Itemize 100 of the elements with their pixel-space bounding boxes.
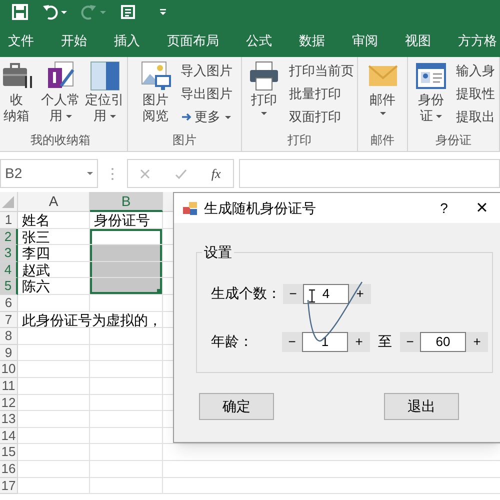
- row-header[interactable]: 10: [0, 361, 18, 378]
- table-cell[interactable]: [90, 344, 163, 362]
- ribbon-button[interactable]: 打印: [245, 60, 283, 132]
- ribbon-tab[interactable]: 方方格: [458, 30, 497, 50]
- close-button[interactable]: ×: [472, 198, 492, 218]
- table-cell[interactable]: [90, 460, 163, 478]
- insert-function-button[interactable]: fx: [211, 164, 221, 184]
- dialog-button[interactable]: 确定: [199, 393, 274, 420]
- decrement-button[interactable]: −: [283, 284, 303, 304]
- ribbon-small-button[interactable]: 更多: [194, 107, 220, 127]
- decrement-button[interactable]: −: [282, 332, 302, 352]
- ribbon-tab[interactable]: 页面布局: [167, 30, 219, 50]
- increment-button[interactable]: +: [466, 332, 488, 352]
- decrement-button[interactable]: −: [400, 332, 420, 352]
- caret-icon[interactable]: [224, 116, 230, 118]
- row-header[interactable]: 5: [0, 278, 18, 295]
- customize-toolbar-icon[interactable]: [160, 9, 166, 15]
- increment-button[interactable]: +: [349, 284, 371, 304]
- table-cell[interactable]: [90, 478, 163, 494]
- ribbon-tab[interactable]: 开始: [61, 30, 87, 50]
- table-cell[interactable]: 张三: [18, 228, 90, 246]
- table-cell[interactable]: [90, 444, 163, 461]
- fill-handle[interactable]: [157, 288, 162, 294]
- row-header[interactable]: 13: [0, 411, 18, 428]
- dialog-button[interactable]: 退出: [384, 393, 459, 420]
- increment-button[interactable]: +: [348, 332, 370, 352]
- caret-icon[interactable]: [110, 114, 116, 118]
- table-cell[interactable]: [18, 328, 90, 345]
- table-cell[interactable]: [90, 228, 163, 246]
- select-all-icon[interactable]: [0, 192, 18, 212]
- caret-icon[interactable]: [261, 112, 267, 115]
- ribbon-button[interactable]: 收 纳箱: [0, 60, 36, 132]
- row-header[interactable]: 15: [0, 444, 18, 461]
- ribbon-button[interactable]: 图片 阅览: [136, 60, 174, 132]
- row-header[interactable]: 14: [0, 428, 18, 444]
- row-header[interactable]: 1: [0, 212, 18, 229]
- ribbon-small-button[interactable]: 导出图片: [180, 84, 232, 104]
- row-header[interactable]: 7: [0, 312, 18, 328]
- table-cell[interactable]: [18, 460, 90, 478]
- ribbon-tab[interactable]: 文件: [8, 30, 34, 50]
- ribbon-tab[interactable]: 插入: [114, 30, 140, 50]
- table-cell[interactable]: [90, 278, 163, 295]
- table-cell[interactable]: [90, 394, 163, 412]
- name-box[interactable]: B2: [0, 159, 98, 188]
- table-cell[interactable]: [18, 444, 90, 461]
- column-header[interactable]: B: [90, 192, 163, 212]
- table-cell[interactable]: [90, 378, 163, 395]
- caret-icon[interactable]: [87, 172, 93, 175]
- enter-icon[interactable]: [174, 168, 187, 178]
- row-header[interactable]: 11: [0, 378, 18, 395]
- table-cell[interactable]: [90, 294, 163, 312]
- redo-icon[interactable]: [81, 4, 97, 20]
- form-icon[interactable]: [120, 4, 136, 20]
- ribbon-small-button[interactable]: 导入图片: [180, 61, 232, 81]
- table-cell[interactable]: [90, 428, 163, 444]
- row-header[interactable]: 17: [0, 478, 18, 494]
- number-field[interactable]: 60: [420, 332, 466, 352]
- table-cell[interactable]: [18, 428, 90, 444]
- caret-icon[interactable]: [66, 114, 72, 118]
- row-header[interactable]: 9: [0, 344, 18, 362]
- ribbon-small-button[interactable]: 双面打印: [289, 107, 341, 127]
- ribbon-small-button[interactable]: 输入身: [456, 61, 495, 81]
- table-cell[interactable]: [18, 294, 90, 312]
- ribbon-small-button[interactable]: 提取出: [456, 107, 495, 127]
- ribbon-button[interactable]: 身份 证: [412, 60, 450, 132]
- table-cell[interactable]: [18, 478, 90, 494]
- table-cell[interactable]: [18, 411, 90, 428]
- table-cell[interactable]: [18, 394, 90, 412]
- ribbon-tab[interactable]: 视图: [405, 30, 431, 50]
- ribbon-button[interactable]: 邮件: [364, 60, 402, 132]
- caret-icon[interactable]: [380, 112, 386, 115]
- table-cell[interactable]: [18, 361, 90, 378]
- table-cell[interactable]: [90, 262, 163, 278]
- table-cell[interactable]: [90, 361, 163, 378]
- table-cell[interactable]: [90, 245, 163, 262]
- ribbon-button[interactable]: 定位引 用: [86, 60, 124, 132]
- undo-icon[interactable]: [42, 4, 58, 20]
- help-button[interactable]: ?: [434, 198, 454, 218]
- table-cell[interactable]: [90, 328, 163, 345]
- ribbon-button[interactable]: 个人常 用: [42, 60, 80, 132]
- formula-input[interactable]: [239, 159, 500, 188]
- row-header[interactable]: 3: [0, 245, 18, 262]
- ribbon-small-button[interactable]: 提取性: [456, 84, 495, 104]
- column-header[interactable]: A: [18, 192, 90, 212]
- table-cell[interactable]: [18, 344, 90, 362]
- row-header[interactable]: 4: [0, 262, 18, 278]
- table-cell[interactable]: 身份证号: [90, 212, 163, 229]
- table-cell[interactable]: [90, 411, 163, 428]
- row-header[interactable]: 12: [0, 394, 18, 412]
- row-header[interactable]: 6: [0, 294, 18, 312]
- caret-icon[interactable]: [61, 10, 67, 14]
- caret-icon[interactable]: [436, 114, 442, 118]
- ribbon-tab[interactable]: 审阅: [352, 30, 378, 50]
- table-cell[interactable]: 此身份证号为虚拟的，: [18, 312, 163, 328]
- row-header[interactable]: 2: [0, 228, 18, 246]
- ribbon-tab[interactable]: 公式: [246, 30, 272, 50]
- cancel-icon[interactable]: [140, 168, 150, 178]
- ribbon-tab[interactable]: 数据: [299, 30, 325, 50]
- table-cell[interactable]: 姓名: [18, 212, 90, 229]
- row-header[interactable]: 16: [0, 460, 18, 478]
